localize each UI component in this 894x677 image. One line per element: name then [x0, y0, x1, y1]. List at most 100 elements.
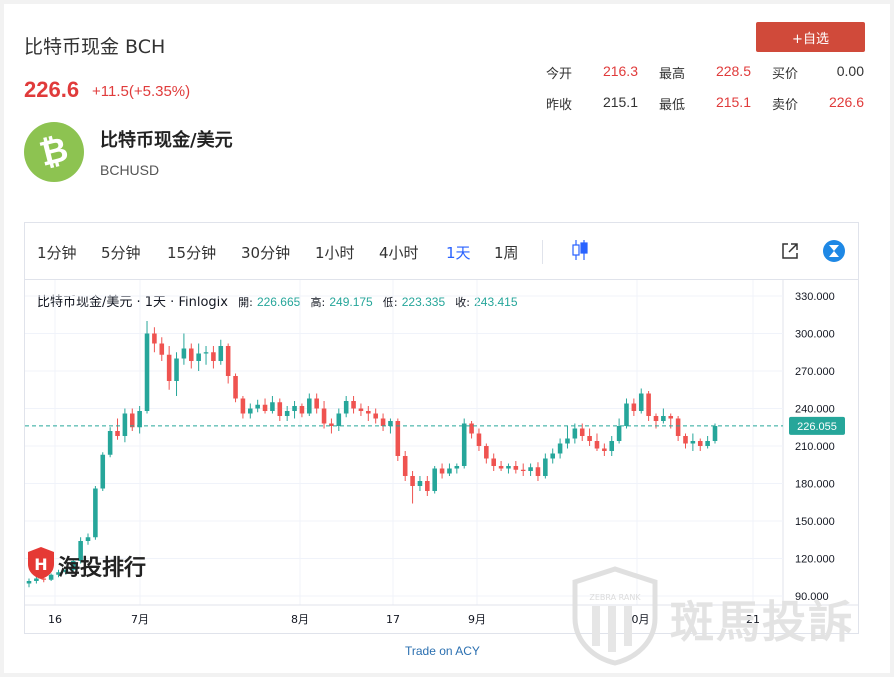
- candle-body: [166, 354, 172, 381]
- y-tick-label: 150.000: [795, 516, 835, 528]
- interval-4h[interactable]: 4小时: [379, 242, 419, 263]
- high-label: 最高: [659, 67, 686, 82]
- last-price: 226.6: [24, 77, 80, 102]
- candle-body: [498, 466, 504, 469]
- candle-body: [653, 416, 659, 421]
- candle-body: [196, 353, 201, 361]
- low-value: 215.1: [715, 94, 751, 110]
- candle-body: [624, 403, 629, 426]
- candle-body: [314, 398, 319, 409]
- candle-body: [366, 411, 371, 414]
- interval-15min[interactable]: 15分钟: [167, 242, 216, 263]
- y-tick-label: 210.000: [795, 441, 835, 453]
- candle-body: [550, 453, 556, 459]
- candle-body: [535, 467, 541, 476]
- candle-body: [402, 456, 408, 476]
- interval-1w[interactable]: 1周: [494, 242, 519, 263]
- toolbar-divider: [542, 240, 543, 264]
- candle-body: [697, 441, 703, 446]
- candle-body: [528, 467, 533, 471]
- candle-body: [565, 438, 570, 444]
- y-tick-label: 330.000: [795, 291, 835, 303]
- candle-body: [557, 443, 563, 454]
- candle-body: [188, 348, 194, 361]
- haitou-shield-icon: H: [28, 547, 54, 579]
- page-title: 比特币现金 BCH: [24, 36, 166, 58]
- candle-body: [107, 431, 113, 455]
- candle-type-icon[interactable]: [570, 239, 590, 261]
- candle-body: [211, 352, 216, 361]
- add-watchlist-button[interactable]: +自选: [756, 22, 865, 52]
- open-label: 今开: [546, 67, 573, 82]
- candlestick-chart[interactable]: 330.000 300.000 270.000 240.000 210.000 180.0…: [25, 280, 858, 633]
- y-tick-label: 120.000: [795, 554, 835, 566]
- candle-body: [181, 348, 187, 359]
- candle-body: [336, 413, 342, 426]
- candle-body: [712, 426, 718, 441]
- candle-body: [388, 421, 393, 426]
- candle-body: [100, 454, 106, 489]
- candle-body: [292, 406, 297, 411]
- candle-body: [683, 436, 688, 444]
- chart-toolbar: 1分钟 5分钟 15分钟 30分钟 1小时 4小时 1天 1周: [25, 223, 858, 280]
- candle-body: [284, 411, 290, 416]
- candle-body: [93, 488, 98, 538]
- interval-1d[interactable]: 1天: [446, 242, 471, 263]
- zebra-shield-icon: ZEBRA RANK: [572, 566, 658, 666]
- candle-body: [203, 352, 209, 354]
- trade-on-acy-link[interactable]: Trade on ACY: [405, 644, 480, 658]
- bid-label: 买价: [772, 67, 799, 82]
- x-tick-label: 17: [386, 613, 400, 626]
- candle-body: [299, 406, 305, 414]
- y-tick-label: 300.000: [795, 329, 835, 341]
- candle-body: [520, 469, 526, 471]
- candle-body: [233, 376, 238, 399]
- candle-body: [240, 398, 246, 414]
- pair-name: 比特币现金/美元: [100, 130, 233, 151]
- candle-body: [668, 416, 674, 419]
- candle-body: [410, 476, 415, 486]
- candle-body: [631, 403, 637, 411]
- pair-symbol: BCHUSD: [100, 162, 160, 178]
- interval-1min[interactable]: 1分钟: [37, 242, 77, 263]
- candle-body: [255, 404, 260, 409]
- candle-body: [476, 433, 482, 446]
- y-tick-label: 240.000: [795, 404, 835, 416]
- x-tick-label: 8月: [291, 613, 309, 626]
- candle-body: [218, 346, 224, 361]
- candle-body: [225, 346, 231, 376]
- candle-body: [572, 428, 578, 439]
- candle-body: [609, 441, 615, 451]
- zebra-watermark: 斑馬投訴: [670, 597, 854, 648]
- candle-body: [616, 426, 622, 441]
- y-tick-label: 180.000: [795, 479, 835, 491]
- candle-body: [144, 333, 150, 411]
- open-external-icon[interactable]: [781, 242, 799, 260]
- candle-body: [343, 401, 349, 414]
- candle-body: [380, 418, 386, 426]
- interval-5min[interactable]: 5分钟: [101, 242, 141, 263]
- candle-body: [506, 466, 511, 469]
- prev-close-value: 215.1: [602, 94, 638, 110]
- interval-1h[interactable]: 1小时: [315, 242, 355, 263]
- candle-body: [579, 428, 585, 436]
- candle-body: [432, 468, 437, 491]
- candle-body: [587, 436, 592, 441]
- candle-body: [307, 398, 312, 414]
- candle-body: [351, 401, 356, 409]
- candle-body: [638, 393, 644, 411]
- x-tick-label: 7月: [131, 613, 149, 626]
- candle-body: [270, 402, 275, 411]
- candle-body: [152, 333, 157, 344]
- candle-body: [129, 413, 135, 428]
- interval-30min[interactable]: 30分钟: [241, 242, 290, 263]
- high-value: 228.5: [715, 63, 751, 79]
- svg-text:H: H: [34, 555, 47, 574]
- ask-label: 卖价: [772, 98, 799, 113]
- candle-body: [439, 468, 445, 474]
- candle-body: [705, 441, 710, 446]
- tradingview-logo-icon[interactable]: [822, 239, 846, 263]
- low-label: 最低: [659, 98, 686, 113]
- haitou-watermark: 海投排行: [58, 556, 147, 581]
- candle-body: [26, 581, 32, 584]
